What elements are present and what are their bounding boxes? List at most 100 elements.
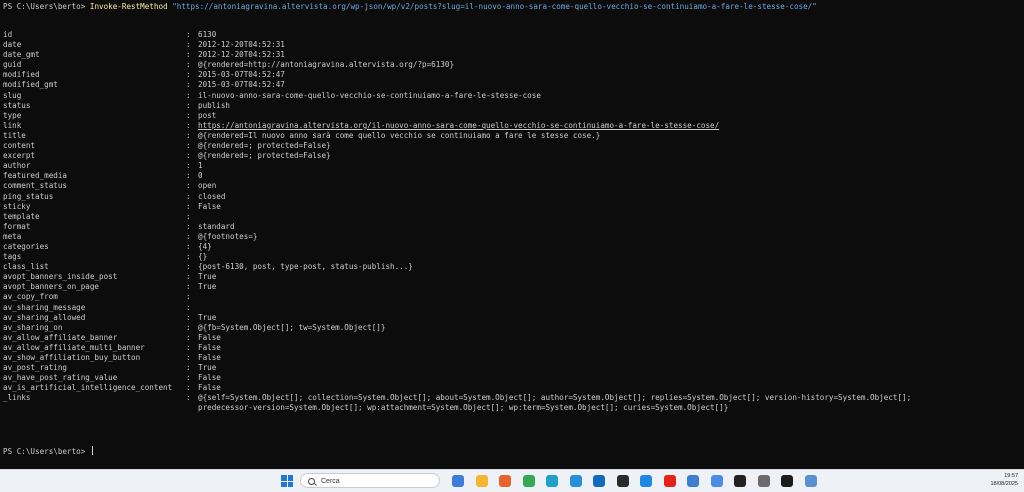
- property-key: av_copy_from: [3, 292, 58, 302]
- property-key: av_sharing_message: [3, 302, 86, 312]
- property-value: True: [198, 282, 217, 292]
- property-value: open: [198, 181, 217, 191]
- files-icon[interactable]: [640, 475, 652, 487]
- file-explorer-icon[interactable]: [475, 475, 488, 487]
- property-key: av_post_rating: [3, 363, 68, 373]
- clock-date: 18/08/2025: [990, 481, 1018, 487]
- property-key: title: [3, 130, 26, 140]
- property-separator: :: [186, 80, 191, 90]
- start-button[interactable]: [281, 475, 293, 487]
- property-link[interactable]: https://antoniagravina.altervista.org/il…: [198, 121, 1021, 131]
- property-value: 0: [198, 171, 203, 181]
- property-key: class_list: [3, 262, 49, 272]
- property-value: 2012-12-20T04:52:31: [198, 40, 285, 50]
- property-value: {}: [198, 252, 208, 262]
- property-separator: :: [186, 30, 191, 39]
- property-key: featured_media: [3, 171, 68, 181]
- property-separator: :: [186, 272, 191, 282]
- property-row: av_post_rating: True: [3, 363, 1021, 373]
- property-value: [198, 292, 1021, 302]
- property-key: slug: [3, 90, 22, 100]
- property-key: format: [3, 221, 31, 231]
- property-key: author: [3, 161, 31, 171]
- property-row: featured_media:0: [3, 171, 1021, 181]
- settings-icon[interactable]: [757, 475, 770, 487]
- property-row: sticky: False: [3, 202, 1021, 212]
- property-separator: :: [186, 130, 191, 140]
- property-key: av_have_post_rating_value: [3, 373, 118, 383]
- todo-icon[interactable]: [710, 475, 723, 487]
- property-row: comment_status: open: [3, 181, 1021, 191]
- property-key: date_gmt: [3, 50, 40, 60]
- property-separator: :: [186, 312, 191, 322]
- property-value: True: [198, 272, 217, 282]
- property-value: {post-6130, post, type-post, status-publ…: [198, 262, 413, 272]
- property-row: excerpt: @{rendered=; protected=False}: [3, 151, 1021, 161]
- active-prompt[interactable]: PS C:\Users\berto>: [3, 446, 93, 457]
- command-name: Invoke-RestMethod: [89, 2, 168, 11]
- property-key: av_allow_affiliate_multi_banner: [3, 342, 145, 352]
- property-row: av_copy_from:: [3, 292, 1021, 302]
- property-value: @{rendered=http://antoniagravina.altervi…: [198, 60, 455, 70]
- property-key: meta: [3, 231, 22, 241]
- property-separator: :: [186, 342, 191, 352]
- pen-app-icon[interactable]: [687, 475, 699, 487]
- property-row: av_have_post_rating_value: False: [3, 373, 1021, 383]
- youtube-icon[interactable]: [663, 475, 676, 487]
- property-row: id:6130: [3, 30, 1021, 40]
- system-clock[interactable]: 19:57 18/08/2025: [990, 472, 1018, 488]
- property-separator: :: [186, 211, 191, 221]
- property-value: {4}: [198, 241, 212, 251]
- property-value: [198, 212, 1021, 222]
- property-value: @{rendered=; protected=False}: [198, 151, 331, 161]
- property-key: avopt_banners_inside_post: [3, 272, 118, 282]
- shield-app-icon[interactable]: [734, 475, 746, 487]
- property-row: av_sharing_message:: [3, 303, 1021, 313]
- property-separator: :: [186, 292, 191, 302]
- property-row: _links: @{self=System.Object[]; collectio…: [3, 393, 1021, 413]
- search-icon: [308, 478, 315, 485]
- command-line: PS C:\Users\berto> Invoke-RestMethod "ht…: [3, 2, 1021, 12]
- firefox-icon[interactable]: [499, 475, 511, 487]
- property-separator: :: [186, 363, 191, 373]
- property-value: il-nuovo-anno-sara-come-quello-vecchio-s…: [198, 90, 541, 100]
- property-row: meta: @{footnotes=}: [3, 232, 1021, 242]
- property-value: True: [198, 312, 217, 322]
- property-separator: :: [186, 231, 191, 241]
- property-key: categories: [3, 241, 49, 251]
- prompt: PS C:\Users\berto>: [3, 2, 90, 11]
- property-row: modified_gmt:2015-03-07T04:52:47: [3, 80, 1021, 90]
- property-value: 2012-12-20T04:52:31: [198, 50, 285, 60]
- terminal-icon[interactable]: [781, 475, 793, 487]
- widgets-icon[interactable]: [452, 475, 464, 487]
- notepad-icon[interactable]: [804, 475, 817, 487]
- property-value: standard: [198, 221, 235, 231]
- property-key: _links: [3, 393, 31, 403]
- search-placeholder: Cerca: [321, 478, 340, 485]
- property-row: template:: [3, 212, 1021, 222]
- output-properties: id:6130 date:2012-12-20T04:52:31 date_gmt:…: [3, 30, 1021, 414]
- property-key: ping_status: [3, 191, 54, 201]
- property-separator: :: [186, 60, 191, 70]
- property-separator: :: [186, 181, 191, 191]
- outlook-icon[interactable]: [593, 475, 605, 487]
- property-key: av_sharing_on: [3, 322, 63, 332]
- property-row: link: https://antoniagravina.altervista.o…: [3, 121, 1021, 131]
- property-key: av_show_affiliation_buy_button: [3, 353, 141, 362]
- property-value: closed: [198, 191, 226, 201]
- property-value: [198, 303, 1021, 313]
- property-row: date:2012-12-20T04:52:31: [3, 40, 1021, 50]
- property-key: template: [3, 211, 40, 221]
- powershell-terminal[interactable]: PS C:\Users\berto> Invoke-RestMethod "ht…: [0, 0, 1024, 469]
- property-value: 2015-03-07T04:52:47: [198, 80, 285, 90]
- photos-icon[interactable]: [569, 475, 582, 487]
- property-separator: :: [186, 161, 191, 171]
- taskbar-search[interactable]: Cerca: [300, 473, 440, 488]
- property-separator: :: [186, 100, 191, 110]
- property-separator: :: [186, 241, 191, 251]
- edge-icon[interactable]: [546, 475, 558, 487]
- property-value: @{self=System.Object[]; collection=Syste…: [198, 393, 912, 413]
- chrome-icon[interactable]: [522, 475, 535, 487]
- sticky-app-icon[interactable]: [616, 475, 629, 487]
- property-key: avopt_banners_on_page: [3, 282, 100, 292]
